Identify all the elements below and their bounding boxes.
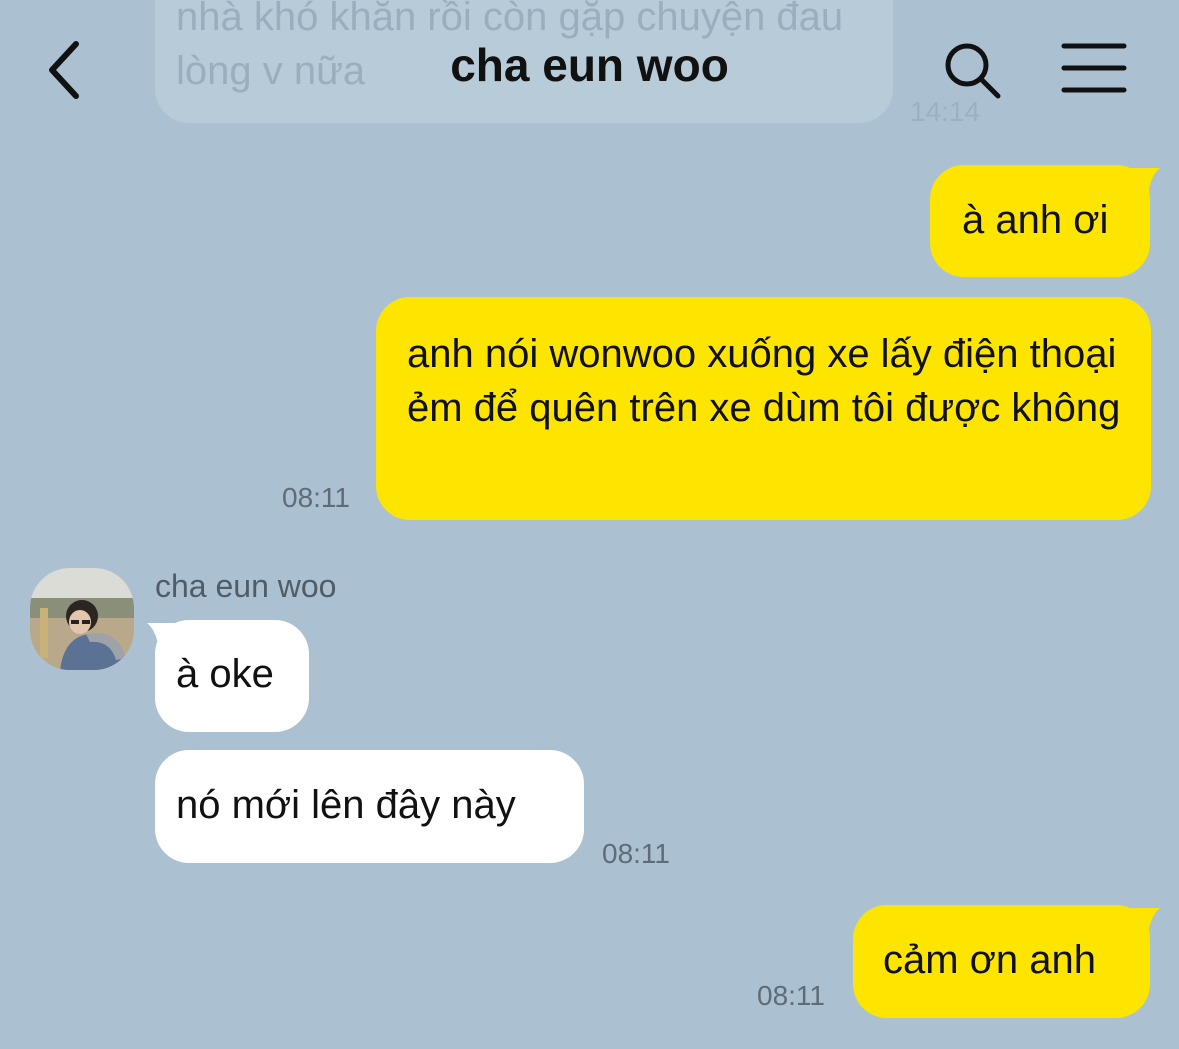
menu-button[interactable] <box>1060 40 1128 96</box>
sender-name: cha eun woo <box>155 568 337 604</box>
message-time: 08:11 <box>282 482 350 513</box>
bubble-tail <box>1130 168 1160 196</box>
message-text: à oke <box>176 652 274 696</box>
my-message-bubble[interactable]: cảm ơn anh <box>853 905 1150 1018</box>
message-time: 08:11 <box>757 980 825 1011</box>
search-icon <box>945 43 1001 99</box>
search-button[interactable] <box>940 38 1004 102</box>
my-message-bubble[interactable]: anh nói wonwoo xuống xe lấy điện thoại ẻ… <box>376 297 1151 520</box>
bubble-tail <box>147 623 177 651</box>
message-text: à anh ơi <box>962 198 1109 242</box>
message-time: 08:11 <box>602 838 670 869</box>
bubble-tail <box>1130 908 1160 936</box>
hamburger-menu-icon <box>1061 43 1127 93</box>
message-text: anh nói wonwoo xuống xe lấy điện thoại ẻ… <box>407 332 1121 430</box>
my-message-bubble[interactable]: à anh ơi <box>930 165 1150 277</box>
chat-header: cha eun woo <box>0 0 1179 140</box>
message-text: cảm ơn anh <box>883 938 1097 982</box>
contact-avatar[interactable] <box>30 568 134 670</box>
avatar-photo <box>30 568 134 670</box>
contact-message-bubble[interactable]: nó mới lên đây này <box>155 750 584 863</box>
contact-message-bubble[interactable]: à oke <box>155 620 309 732</box>
message-text: nó mới lên đây này <box>176 783 516 827</box>
